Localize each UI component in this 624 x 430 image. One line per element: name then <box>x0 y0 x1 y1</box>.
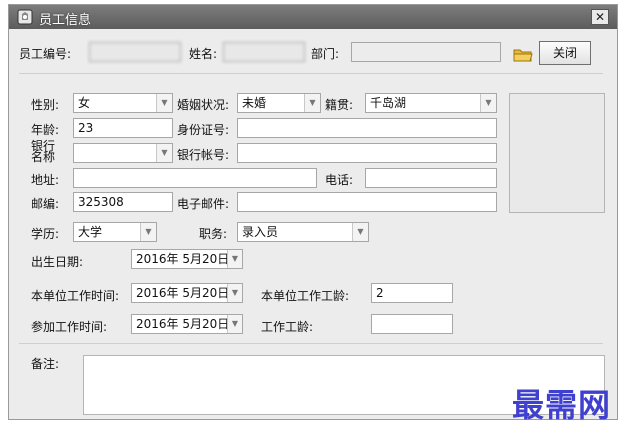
department-label: 部门: <box>311 47 340 61</box>
chevron-down-icon[interactable]: ▼ <box>227 315 242 333</box>
unit-years-field[interactable]: 2 <box>371 283 453 303</box>
birth-date-value: 2016年 5月20日 <box>136 252 230 266</box>
work-years-field[interactable] <box>371 314 453 334</box>
id-card-label: 身份证号: <box>177 123 230 137</box>
chevron-down-icon[interactable]: ▼ <box>480 94 496 112</box>
unit-years-label: 本单位工作工龄: <box>261 289 350 303</box>
phone-field[interactable] <box>365 168 497 188</box>
position-select[interactable]: 录入员 ▼ <box>237 222 369 242</box>
employee-info-window: 员工信息 ✕ 员工编号: 姓名: 部门: 关闭 性别: 女 ▼ 婚姻状况: 未婚… <box>8 4 618 420</box>
position-label: 职务: <box>199 227 228 241</box>
title-bar: 员工信息 ✕ <box>9 5 617 29</box>
birth-date-label: 出生日期: <box>31 255 84 269</box>
chevron-down-icon[interactable]: ▼ <box>352 223 368 241</box>
notes-label: 备注: <box>31 357 60 371</box>
name-label: 姓名: <box>189 47 218 61</box>
work-years-label: 工作工龄: <box>261 320 314 334</box>
employee-id-label: 员工编号: <box>19 47 72 61</box>
bank-name-label: 银行名称 <box>31 139 56 164</box>
hometown-value: 千岛湖 <box>370 96 407 110</box>
unit-years-value: 2 <box>376 286 384 300</box>
close-button[interactable]: 关闭 <box>539 41 591 65</box>
gender-label: 性别: <box>31 98 60 112</box>
address-field[interactable] <box>73 168 317 188</box>
gender-value: 女 <box>78 96 91 110</box>
phone-label: 电话: <box>325 173 354 187</box>
header-separator <box>19 73 603 74</box>
hometown-select[interactable]: 千岛湖 ▼ <box>365 93 497 113</box>
education-value: 大学 <box>78 225 103 239</box>
id-card-field[interactable] <box>237 118 497 138</box>
work-start-value: 2016年 5月20日 <box>136 317 230 331</box>
chevron-down-icon[interactable]: ▼ <box>304 94 320 112</box>
bank-account-label: 银行帐号: <box>177 148 230 162</box>
email-label: 电子邮件: <box>177 197 230 211</box>
hometown-label: 籍贯: <box>325 98 354 112</box>
postcode-value: 325308 <box>78 195 124 209</box>
chevron-down-icon[interactable]: ▼ <box>140 223 156 241</box>
chevron-down-icon[interactable]: ▼ <box>156 94 172 112</box>
watermark: 最需网 <box>512 386 612 424</box>
work-start-label: 参加工作时间: <box>31 320 108 334</box>
marital-status-value: 未婚 <box>242 96 267 110</box>
gender-select[interactable]: 女 ▼ <box>73 93 173 113</box>
postcode-label: 邮编: <box>31 197 60 211</box>
address-label: 地址: <box>31 173 60 187</box>
age-label: 年龄: <box>31 123 60 137</box>
bank-account-field[interactable] <box>237 143 497 163</box>
employee-id-field[interactable] <box>89 42 181 62</box>
chevron-down-icon[interactable]: ▼ <box>227 250 242 268</box>
work-start-date-picker[interactable]: 2016年 5月20日 ▼ <box>131 314 243 334</box>
unit-start-value: 2016年 5月20日 <box>136 286 230 300</box>
notes-separator <box>19 343 603 344</box>
marital-status-label: 婚姻状况: <box>177 98 230 112</box>
department-field[interactable] <box>351 42 501 62</box>
folder-icon[interactable] <box>513 47 533 63</box>
name-field[interactable] <box>223 42 305 62</box>
marital-status-select[interactable]: 未婚 ▼ <box>237 93 321 113</box>
window-title: 员工信息 <box>39 13 92 28</box>
education-select[interactable]: 大学 ▼ <box>73 222 157 242</box>
chevron-down-icon[interactable]: ▼ <box>156 144 172 162</box>
age-field[interactable]: 23 <box>73 118 173 138</box>
photo-box[interactable] <box>509 93 605 213</box>
window-close-button[interactable]: ✕ <box>591 9 609 25</box>
age-value: 23 <box>78 121 94 135</box>
position-value: 录入员 <box>242 225 279 239</box>
bank-name-select[interactable]: ▼ <box>73 143 173 163</box>
birth-date-picker[interactable]: 2016年 5月20日 ▼ <box>131 249 243 269</box>
app-icon <box>17 9 33 25</box>
unit-start-label: 本单位工作时间: <box>31 289 120 303</box>
chevron-down-icon[interactable]: ▼ <box>227 284 242 302</box>
education-label: 学历: <box>31 227 60 241</box>
unit-start-date-picker[interactable]: 2016年 5月20日 ▼ <box>131 283 243 303</box>
email-field[interactable] <box>237 192 497 212</box>
postcode-field[interactable]: 325308 <box>73 192 173 212</box>
